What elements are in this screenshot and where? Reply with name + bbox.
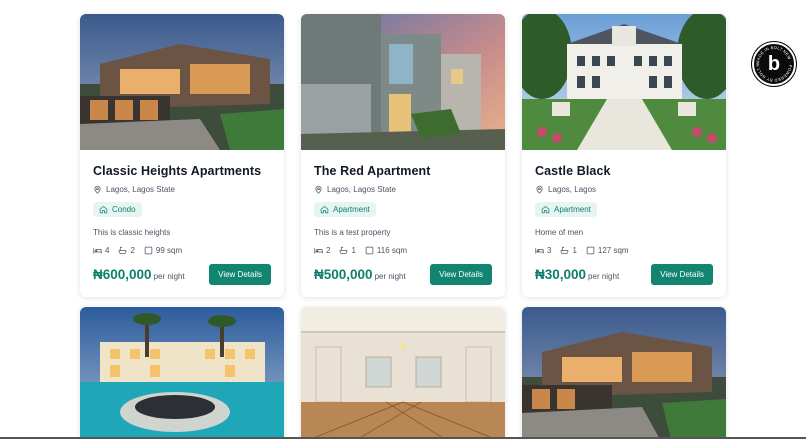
bed-icon xyxy=(314,246,323,255)
beds-feature: 2 xyxy=(314,246,330,255)
listing-features: 2 1 116 sqm xyxy=(314,246,492,255)
area-icon xyxy=(144,246,153,255)
property-type-label: Apartment xyxy=(333,205,370,214)
baths-feature: 2 xyxy=(118,246,135,255)
bath-icon xyxy=(118,246,127,255)
listing-card[interactable] xyxy=(80,307,284,439)
property-photo[interactable] xyxy=(80,14,284,150)
baths-count: 2 xyxy=(130,246,135,255)
home-icon xyxy=(320,205,329,214)
area-value: 116 sqm xyxy=(376,246,407,255)
bolt-badge[interactable]: MADE IN BOLT.NEW · POWERED BY BOLT.NEW ·… xyxy=(752,42,796,86)
baths-count: 1 xyxy=(572,246,577,255)
view-details-button[interactable]: View Details xyxy=(430,264,492,285)
listing-footer: ₦30,000 per night View Details xyxy=(535,264,713,285)
listing-features: 3 1 127 sqm xyxy=(535,246,713,255)
listing-description: This is a test property xyxy=(314,228,391,237)
area-feature: 127 sqm xyxy=(586,246,629,255)
price-period: per night xyxy=(153,272,185,281)
baths-feature: 1 xyxy=(339,246,356,255)
bath-icon xyxy=(339,246,348,255)
listing-location: Lagos, Lagos State xyxy=(93,185,271,194)
area-icon xyxy=(365,246,374,255)
listing-card[interactable]: Classic Heights Apartments Lagos, Lagos … xyxy=(80,14,284,297)
location-text: Lagos, Lagos xyxy=(548,185,597,194)
property-photo[interactable] xyxy=(522,307,726,439)
beds-count: 2 xyxy=(326,246,331,255)
beds-feature: 3 xyxy=(535,246,551,255)
home-icon xyxy=(99,205,108,214)
view-details-button[interactable]: View Details xyxy=(209,264,271,285)
property-type-badge: Apartment xyxy=(314,202,376,217)
property-type-label: Condo xyxy=(112,205,136,214)
view-details-button[interactable]: View Details xyxy=(651,264,713,285)
listing-footer: ₦600,000 per night View Details xyxy=(93,264,271,285)
listing-card[interactable]: Castle Black Lagos, Lagos Apartment Home… xyxy=(522,14,726,297)
price: ₦500,000 per night xyxy=(314,267,406,282)
price: ₦600,000 per night xyxy=(93,267,185,282)
property-photo[interactable] xyxy=(301,307,505,439)
listing-title[interactable]: Castle Black xyxy=(535,164,713,178)
listing-description: This is classic heights xyxy=(93,228,171,237)
listing-description: Home of men xyxy=(535,228,584,237)
baths-feature: 1 xyxy=(560,246,577,255)
location-pin-icon xyxy=(535,185,544,194)
listing-card[interactable] xyxy=(522,307,726,439)
beds-feature: 4 xyxy=(93,246,109,255)
area-value: 127 sqm xyxy=(597,246,629,255)
bed-icon xyxy=(93,246,102,255)
price-amount: ₦500,000 xyxy=(314,267,373,282)
bed-icon xyxy=(535,246,544,255)
listing-title[interactable]: Classic Heights Apartments xyxy=(93,164,271,178)
property-photo[interactable] xyxy=(80,307,284,439)
price-amount: ₦600,000 xyxy=(93,267,152,282)
location-text: Lagos, Lagos State xyxy=(106,185,175,194)
area-feature: 116 sqm xyxy=(365,246,407,255)
home-icon xyxy=(541,205,550,214)
property-type-label: Apartment xyxy=(554,205,591,214)
property-type-badge: Condo xyxy=(93,202,142,217)
listing-card[interactable]: The Red Apartment Lagos, Lagos State Apa… xyxy=(301,14,505,297)
bolt-logo: b xyxy=(767,52,781,75)
price-period: per night xyxy=(588,272,620,281)
price: ₦30,000 per night xyxy=(535,267,619,282)
area-icon xyxy=(586,246,595,255)
listing-features: 4 2 99 sqm xyxy=(93,246,271,255)
area-value: 99 sqm xyxy=(155,246,183,255)
price-amount: ₦30,000 xyxy=(535,267,587,282)
beds-count: 4 xyxy=(105,246,110,255)
bath-icon xyxy=(560,246,569,255)
listing-location: Lagos, Lagos xyxy=(535,185,713,194)
location-pin-icon xyxy=(93,185,102,194)
listing-card[interactable] xyxy=(301,307,505,439)
location-pin-icon xyxy=(314,185,323,194)
listing-location: Lagos, Lagos State xyxy=(314,185,492,194)
listing-footer: ₦500,000 per night View Details xyxy=(314,264,492,285)
price-period: per night xyxy=(374,272,406,281)
area-feature: 99 sqm xyxy=(144,246,182,255)
property-photo[interactable] xyxy=(522,14,726,150)
listing-title[interactable]: The Red Apartment xyxy=(314,164,492,178)
beds-count: 3 xyxy=(547,246,552,255)
location-text: Lagos, Lagos State xyxy=(327,185,396,194)
baths-count: 1 xyxy=(351,246,356,255)
property-photo[interactable] xyxy=(301,14,505,150)
property-type-badge: Apartment xyxy=(535,202,597,217)
